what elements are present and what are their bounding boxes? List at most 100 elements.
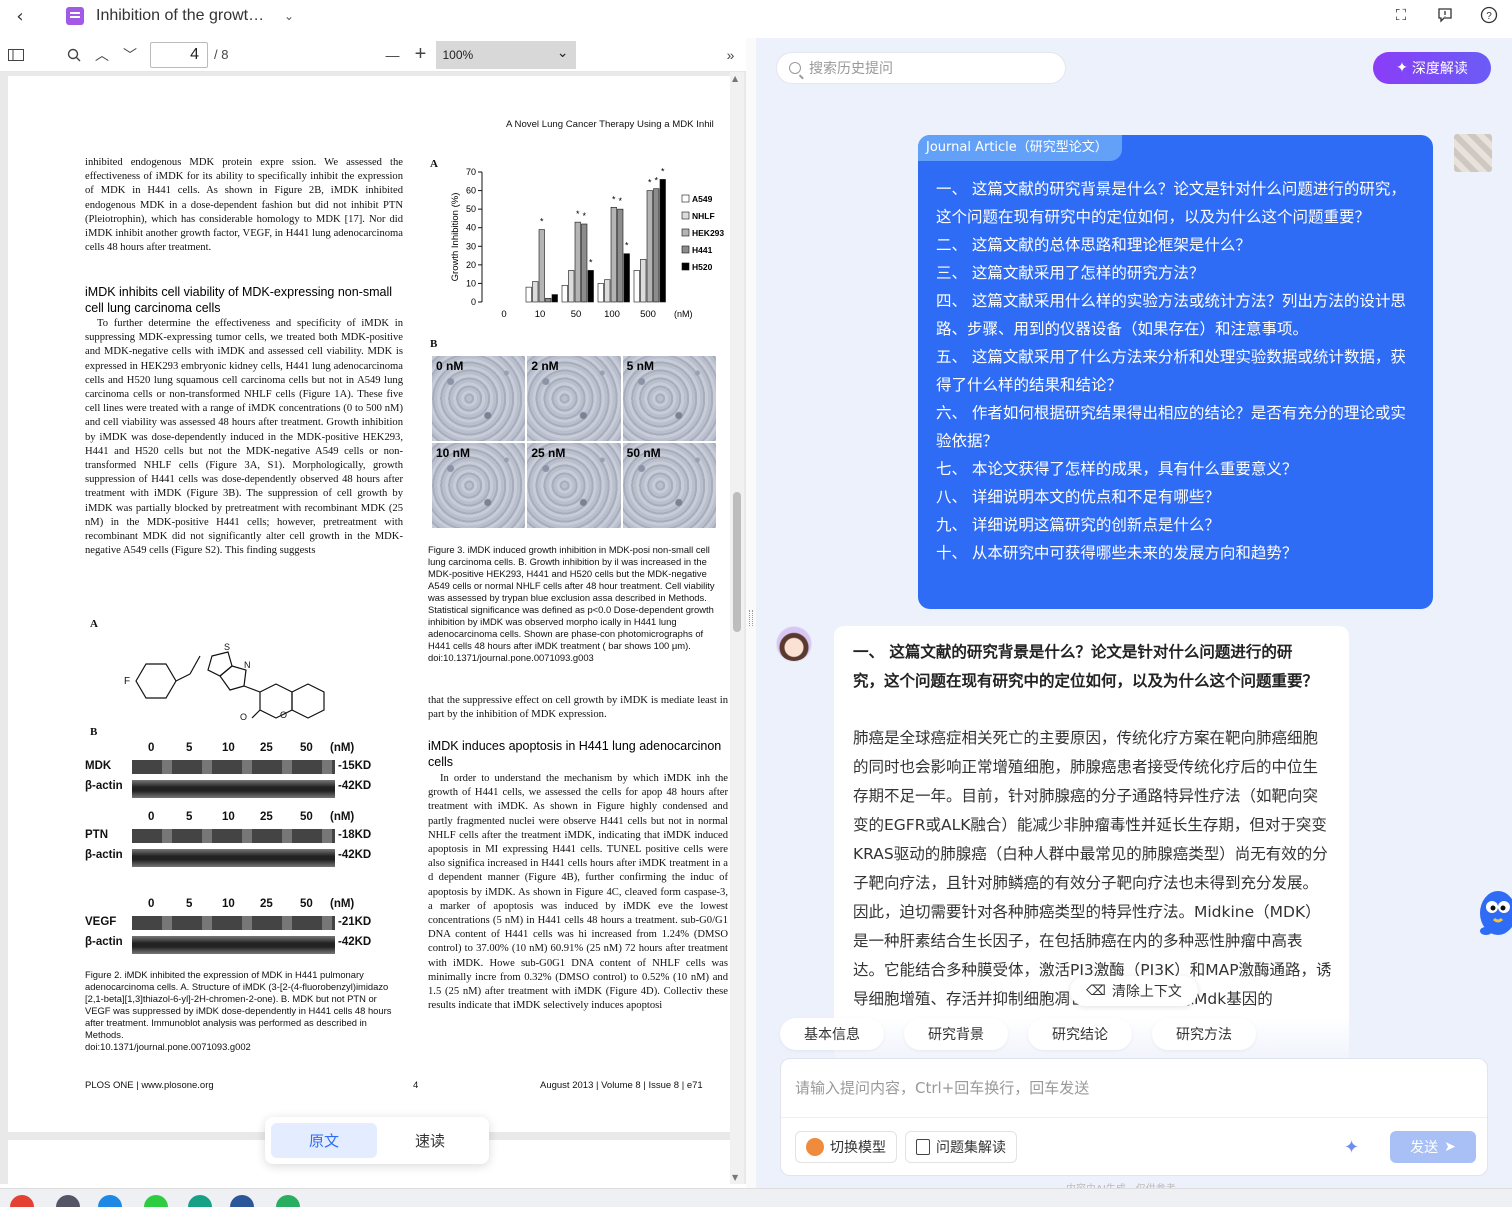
question-input-box[interactable]: 请输入提问内容，Ctrl+回车换行，回车发送 切换模型 问题集解读 ✦ 发送 ➤ — [780, 1058, 1488, 1176]
previous-page-icon[interactable]: ︿ — [88, 41, 116, 69]
blot-dose-label: (nM) — [330, 898, 355, 910]
blot-dose-label: 10 — [222, 811, 235, 823]
blot-size-label: -15KD — [338, 760, 372, 772]
page-number-input[interactable]: 4 — [150, 41, 208, 68]
help-icon[interactable]: ? — [1478, 4, 1500, 26]
blot-size-label: -18KD — [338, 829, 372, 841]
question-set-button[interactable]: 问题集解读 — [905, 1131, 1017, 1163]
app-title-bar: ‹ Inhibition of the growt… ⌄ ⛶ ? — [0, 0, 1512, 32]
send-label: 发送 — [1410, 1140, 1439, 1156]
bar — [617, 208, 624, 303]
micrograph-cell: 0 nM — [432, 356, 526, 441]
pdf-viewer[interactable]: A Novel Lung Cancer Therapy Using a MDK … — [0, 72, 746, 1184]
zoom-out-icon[interactable]: — — [378, 41, 406, 69]
x-axis-unit-label: (nM) — [674, 309, 693, 319]
blot-dose-label: 0 — [148, 742, 155, 754]
fullscreen-icon[interactable]: ⛶ — [1390, 4, 1412, 26]
speed-read-tab[interactable]: 速读 — [377, 1123, 483, 1158]
svg-text:S: S — [224, 642, 230, 652]
sparkle-icon[interactable]: ✦ — [1344, 1137, 1359, 1158]
drag-handle-icon[interactable] — [749, 610, 753, 626]
deep-analysis-button[interactable]: ✦ 深度解读 — [1373, 52, 1491, 84]
quick-tag-conclusion[interactable]: 研究结论 — [1028, 1018, 1132, 1050]
legend-swatch — [681, 211, 690, 220]
blot-band — [132, 780, 335, 798]
search-icon[interactable] — [60, 41, 88, 69]
fig2-panel-a-label: A — [90, 618, 98, 630]
blot-protein-label: MDK — [85, 760, 112, 772]
user-avatar — [1454, 134, 1492, 172]
send-button[interactable]: 发送 ➤ — [1390, 1131, 1476, 1163]
footer-journal: PLOS ONE | www.plosone.org — [85, 1080, 214, 1091]
blot-dose-label: 5 — [186, 898, 193, 910]
quick-tag-background[interactable]: 研究背景 — [904, 1018, 1008, 1050]
quick-tag-methods[interactable]: 研究方法 — [1152, 1018, 1256, 1050]
app-icon[interactable] — [188, 1195, 212, 1207]
bar — [640, 258, 647, 303]
blot-size-label: -42KD — [338, 780, 372, 792]
switch-model-button[interactable]: 切换模型 — [795, 1131, 897, 1163]
micrograph-grid: 0 nM 2 nM 5 nM 10 nM 25 nM 50 nM — [432, 356, 716, 528]
next-page-icon[interactable]: ﹀ — [116, 41, 144, 69]
deep-analysis-label: 深度解读 — [1411, 61, 1468, 77]
app-icon[interactable] — [98, 1195, 122, 1207]
micrograph-cell: 25 nM — [527, 443, 621, 528]
more-tools-icon[interactable]: » — [716, 41, 744, 69]
scroll-up-icon[interactable]: ▲ — [732, 74, 738, 83]
running-head: A Novel Lung Cancer Therapy Using a MDK … — [506, 119, 714, 130]
question-input[interactable]: 请输入提问内容，Ctrl+回车换行，回车发送 — [795, 1077, 1089, 1098]
scrollbar-thumb[interactable] — [733, 492, 741, 632]
fig3-panel-a-label: A — [430, 158, 438, 170]
bar — [597, 283, 604, 303]
pdf-scrollbar[interactable]: ▲ ▼ — [730, 72, 744, 1184]
y-tick-label: 70 — [466, 167, 476, 177]
feedback-icon[interactable] — [1434, 4, 1456, 26]
legend-label: HEK293 — [692, 228, 724, 238]
scroll-down-icon[interactable]: ▼ — [732, 1173, 738, 1182]
zoom-select[interactable]: 100% — [436, 38, 577, 69]
clear-context-button[interactable]: ⌫ 清除上下文 — [1070, 976, 1198, 1006]
bar — [604, 279, 611, 303]
document-title[interactable]: Inhibition of the growt… — [96, 7, 268, 25]
bar — [581, 223, 588, 303]
significance-marker: * — [618, 196, 622, 206]
chrome-icon[interactable] — [10, 1195, 34, 1207]
bar — [551, 294, 558, 303]
blot-dose-label: 25 — [260, 898, 273, 910]
history-search-input[interactable]: 搜索历史提问 — [776, 52, 1066, 84]
chevron-down-icon[interactable]: ⌄ — [284, 9, 294, 23]
bar — [633, 270, 640, 303]
bar — [646, 190, 653, 303]
y-axis-label: Growth Inhibition (%) — [450, 193, 461, 282]
zoom-in-icon[interactable]: + — [406, 41, 434, 69]
back-icon[interactable]: ‹ — [0, 0, 40, 32]
y-tick-label: 30 — [466, 241, 476, 251]
panel-splitter[interactable] — [746, 38, 756, 1188]
assistant-mascot-icon[interactable] — [1472, 883, 1512, 947]
blot-band — [132, 760, 335, 774]
micrograph-cell: 50 nM — [622, 443, 716, 528]
bar — [538, 229, 545, 303]
question-item: 七、 本论文获得了怎样的成果，具有什么重要意义？ — [936, 460, 1298, 478]
quick-tag-basic-info[interactable]: 基本信息 — [780, 1018, 884, 1050]
bar — [653, 188, 660, 303]
question-item: 九、 详细说明这篇研究的创新点是什么？ — [936, 516, 1220, 534]
footer-page-number: 4 — [413, 1080, 419, 1091]
quick-prompt-tags: 基本信息 研究背景 研究结论 研究方法 — [780, 1018, 1256, 1050]
question-item: 八、 详细说明本文的优点和不足有哪些？ — [936, 488, 1220, 506]
y-tick-label: 60 — [466, 186, 476, 196]
app-icon[interactable] — [56, 1195, 80, 1207]
blot-size-label: -42KD — [338, 936, 372, 948]
svg-text:F: F — [124, 676, 130, 687]
sidebar-toggle-icon[interactable] — [2, 41, 30, 69]
word-icon[interactable] — [230, 1195, 254, 1207]
blot-dose-label: 50 — [300, 742, 313, 754]
original-mode-tab[interactable]: 原文 — [271, 1123, 377, 1158]
app-icon[interactable] — [276, 1195, 300, 1207]
y-tick-label: 20 — [466, 260, 476, 270]
answer-text: 肺癌是全球癌症相关死亡的主要原因，传统化疗方案在靶向肺癌细胞的同时也会影响正常增… — [853, 729, 1332, 1008]
wechat-icon[interactable] — [144, 1195, 168, 1207]
send-arrow-icon: ➤ — [1444, 1139, 1456, 1155]
svg-text:N: N — [244, 660, 251, 670]
chemical-structure-image: F S N O O — [124, 642, 325, 721]
